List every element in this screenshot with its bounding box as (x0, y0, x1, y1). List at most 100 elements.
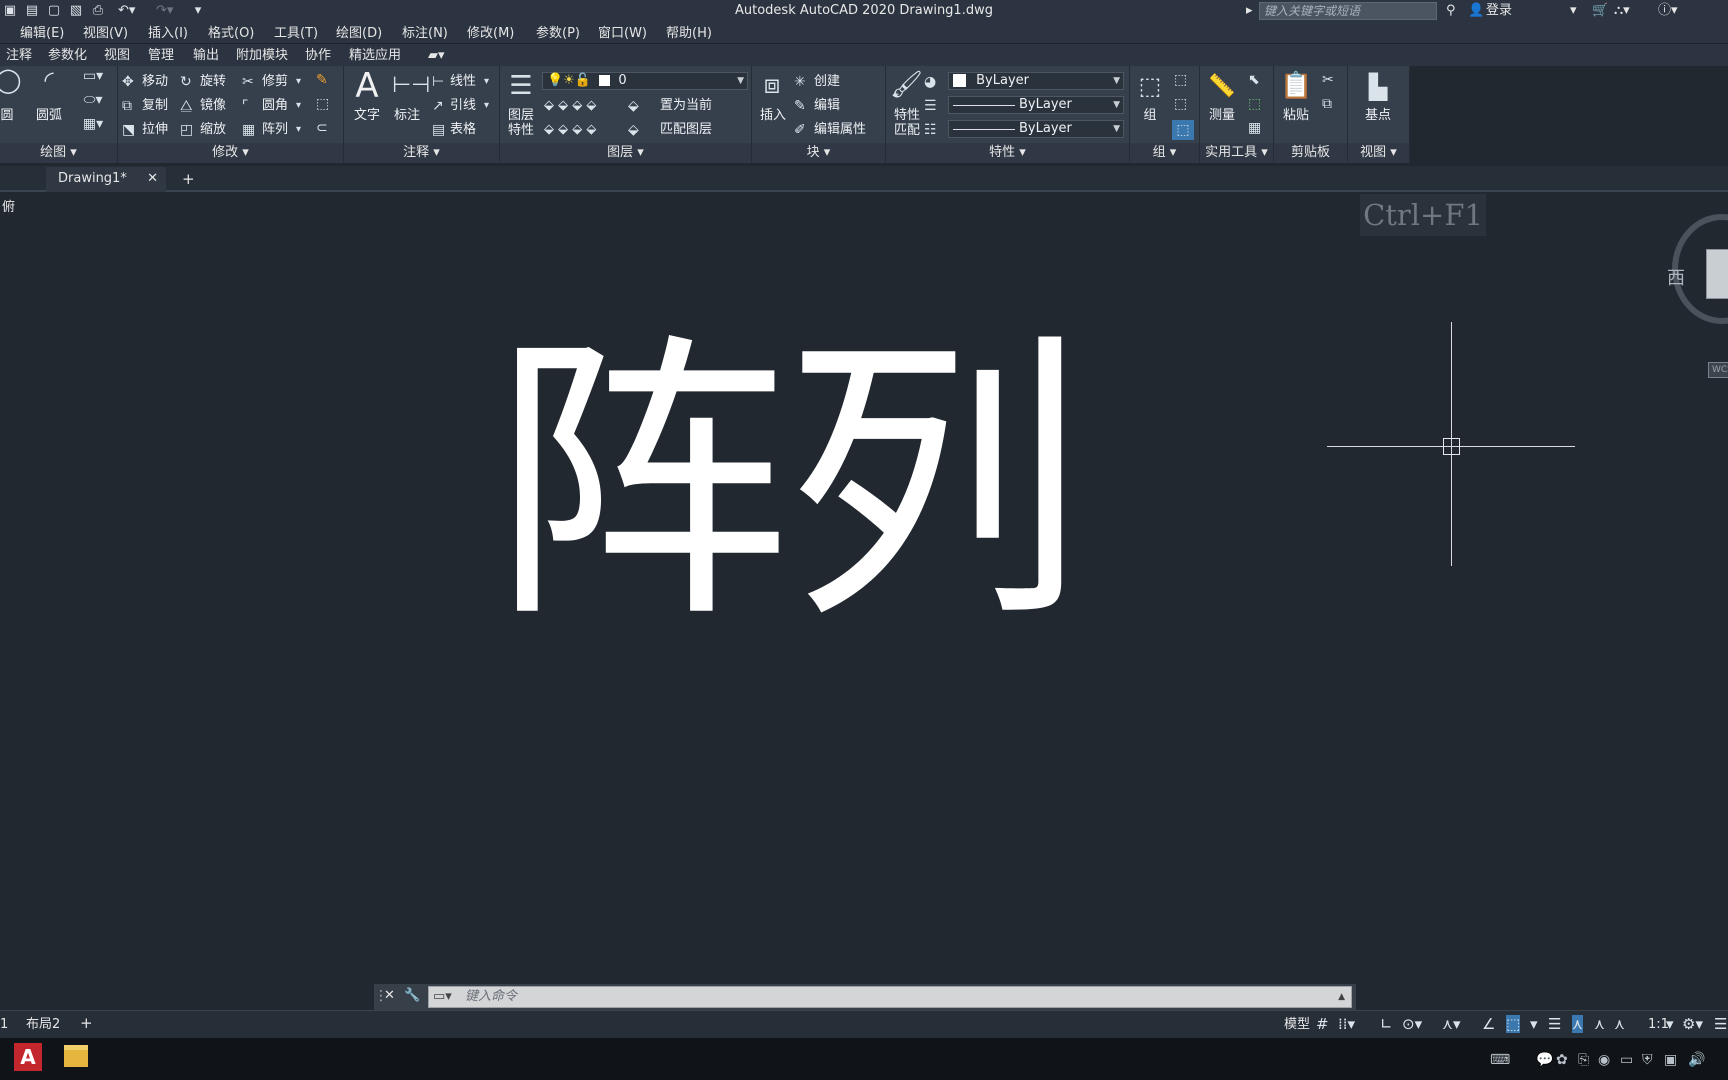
tab-parametric[interactable]: 参数化 (48, 48, 87, 63)
text-button[interactable]: 文字 (350, 108, 384, 124)
tray-volume-icon[interactable]: 🔊 (1688, 1052, 1705, 1068)
group-select-icon[interactable]: ⬚ (1172, 120, 1194, 140)
login-button[interactable]: 登录 (1486, 2, 1512, 20)
wcs-menu[interactable]: WCS (1708, 362, 1728, 378)
layer-dropdown[interactable]: 💡☀🔓 0 ▼ (542, 72, 748, 90)
text-icon[interactable]: A (352, 66, 382, 106)
array-button[interactable]: 阵列 (262, 122, 288, 138)
print-icon[interactable]: ⎙ (90, 3, 106, 19)
dimension-button[interactable]: 标注 (390, 108, 424, 124)
customization-icon[interactable]: ☰ (1714, 1015, 1727, 1033)
grid-icon[interactable]: # (1316, 1015, 1329, 1033)
panel-layers-label[interactable]: 图层 ▾ (500, 143, 751, 163)
layer-properties-icon[interactable]: ☰ (504, 70, 538, 102)
layer-tools-row2-icon[interactable]: ⬙ ⬙ ⬙ ⬙ (544, 122, 624, 138)
arc-icon[interactable]: ◜ (34, 68, 64, 92)
tab-view[interactable]: 视图 (104, 48, 130, 63)
tray-wechat-icon[interactable]: ◉ (1598, 1052, 1610, 1068)
tab-drawing1[interactable]: Drawing1* ✕ (46, 167, 166, 192)
customize-icon[interactable]: ▾ (190, 3, 206, 19)
isodraft-icon[interactable]: ⋏▾ (1442, 1015, 1461, 1033)
ortho-icon[interactable]: ∟ (1380, 1015, 1393, 1033)
autocad-taskbar-icon[interactable]: A (14, 1043, 42, 1071)
command-customize-icon[interactable]: 🔧 (404, 988, 420, 1003)
menu-parametric[interactable]: 参数(P) (536, 26, 580, 41)
set-current-button[interactable]: 置为当前 (660, 98, 712, 114)
tab-manage[interactable]: 管理 (148, 48, 174, 63)
measure-icon[interactable]: 📏 (1206, 72, 1238, 102)
array-dropdown-icon[interactable]: ▾ (296, 122, 301, 138)
tray-usb-icon[interactable]: ⎘ (1578, 1052, 1589, 1068)
dimension-icon[interactable]: ⊢⊣ (392, 70, 430, 102)
insert-block-icon[interactable]: ⧈ (756, 68, 788, 102)
cut-icon[interactable]: ✂ (1322, 72, 1334, 88)
lineweight-display-icon[interactable]: ☰ (1548, 1015, 1561, 1033)
panel-draw-label[interactable]: 绘图 ▾ (0, 143, 117, 163)
panel-utilities-label[interactable]: 实用工具 ▾ (1200, 143, 1273, 163)
menu-edit[interactable]: 编辑(E) (20, 26, 64, 41)
osnap-dropdown-icon[interactable]: ▾ (1530, 1015, 1538, 1033)
cart-icon[interactable]: 🛒 (1592, 2, 1608, 20)
match-layer-button[interactable]: 匹配图层 (660, 122, 712, 138)
save-icon[interactable]: ▣ (2, 3, 18, 19)
scale-button[interactable]: 缩放 (200, 122, 226, 138)
menu-window[interactable]: 窗口(W) (598, 26, 647, 41)
arc-button[interactable]: 圆弧 (32, 108, 66, 124)
paste-button[interactable]: 粘贴 (1278, 108, 1314, 124)
move-button[interactable]: 移动 (142, 74, 168, 90)
base-point-icon[interactable]: ▙ (1360, 72, 1396, 102)
group-button[interactable]: 组 (1134, 108, 1166, 124)
new-icon[interactable]: ▢ (46, 3, 62, 19)
leader-button[interactable]: 引线 (450, 98, 476, 114)
lineweight-dropdown[interactable]: ByLayer ▼ (948, 120, 1124, 138)
copy-clip-icon[interactable]: ⧉ (1322, 96, 1332, 112)
osnap-icon[interactable]: ⬚ (1506, 1015, 1521, 1033)
menu-view[interactable]: 视图(V) (83, 26, 128, 41)
measure-button[interactable]: 测量 (1204, 108, 1240, 124)
stretch-button[interactable]: 拉伸 (142, 122, 168, 138)
color-dropdown[interactable]: ByLayer ▼ (948, 72, 1124, 90)
viewport-view-label[interactable]: 俯 (2, 196, 15, 215)
leader-dropdown-icon[interactable]: ▾ (484, 98, 489, 114)
ellipse-icon[interactable]: ⬭▾ (78, 92, 108, 108)
group-icon[interactable]: ⬚ (1134, 70, 1166, 102)
trim-dropdown-icon[interactable]: ▾ (296, 74, 301, 90)
new-tab-icon[interactable]: + (182, 170, 195, 188)
menu-modify[interactable]: 修改(M) (467, 26, 514, 41)
layout-tab-1[interactable]: 1 (0, 1017, 8, 1033)
circle-icon[interactable]: ◯ (0, 68, 22, 92)
table-button[interactable]: 表格 (450, 122, 476, 138)
layer-tools-row1-icon[interactable]: ⬙ ⬙ ⬙ ⬙ (544, 98, 624, 114)
tray-battery-icon[interactable]: ▭ (1620, 1052, 1633, 1068)
otrack-icon[interactable]: ∠ (1482, 1015, 1495, 1033)
tray-shield-icon[interactable]: ⛨ (1642, 1052, 1653, 1068)
menu-draw[interactable]: 绘图(D) (336, 26, 382, 41)
menu-format[interactable]: 格式(O) (208, 26, 254, 41)
copy-button[interactable]: 复制 (142, 98, 168, 114)
quick-select-icon[interactable]: ⬉ (1248, 72, 1260, 88)
tray-chat-icon[interactable]: 💬 (1536, 1052, 1553, 1068)
linear-button[interactable]: 线性 (450, 74, 476, 90)
fillet-dropdown-icon[interactable]: ▾ (296, 98, 301, 114)
settings-gear-icon[interactable]: ⚙▾ (1682, 1015, 1703, 1033)
annotation-scale-icon[interactable]: ⋏ (1614, 1015, 1625, 1033)
undo-icon[interactable]: ↶▾ (118, 3, 135, 19)
panel-view-label[interactable]: 视图 ▾ (1348, 143, 1409, 163)
select-all-icon[interactable]: ⬚ (1248, 96, 1261, 112)
panel-clipboard-label[interactable]: 剪贴板 (1274, 143, 1347, 163)
close-tab-icon[interactable]: ✕ (147, 167, 158, 191)
color-wheel-icon[interactable]: ◕ (924, 74, 936, 90)
linear-dropdown-icon[interactable]: ▾ (484, 74, 489, 90)
open-icon[interactable]: ▧ (68, 3, 84, 19)
model-space-button[interactable]: 模型 (1284, 1017, 1310, 1033)
create-block-button[interactable]: 创建 (814, 74, 840, 90)
viewcube-west-label[interactable]: 西 (1667, 264, 1685, 290)
explode-icon[interactable]: ⬚ (316, 96, 329, 112)
tab-featured-apps[interactable]: 精选应用 (349, 48, 401, 63)
command-input[interactable]: ▭▾ 键入命令 ▲ (428, 986, 1352, 1008)
command-close-icon[interactable]: ✕ (384, 988, 395, 1003)
tab-annotate[interactable]: 注释 (6, 48, 32, 63)
match-properties-button[interactable]: 特性匹配 (890, 108, 924, 138)
erase-icon[interactable]: ✎ (316, 72, 328, 88)
menu-help[interactable]: 帮助(H) (666, 26, 712, 41)
